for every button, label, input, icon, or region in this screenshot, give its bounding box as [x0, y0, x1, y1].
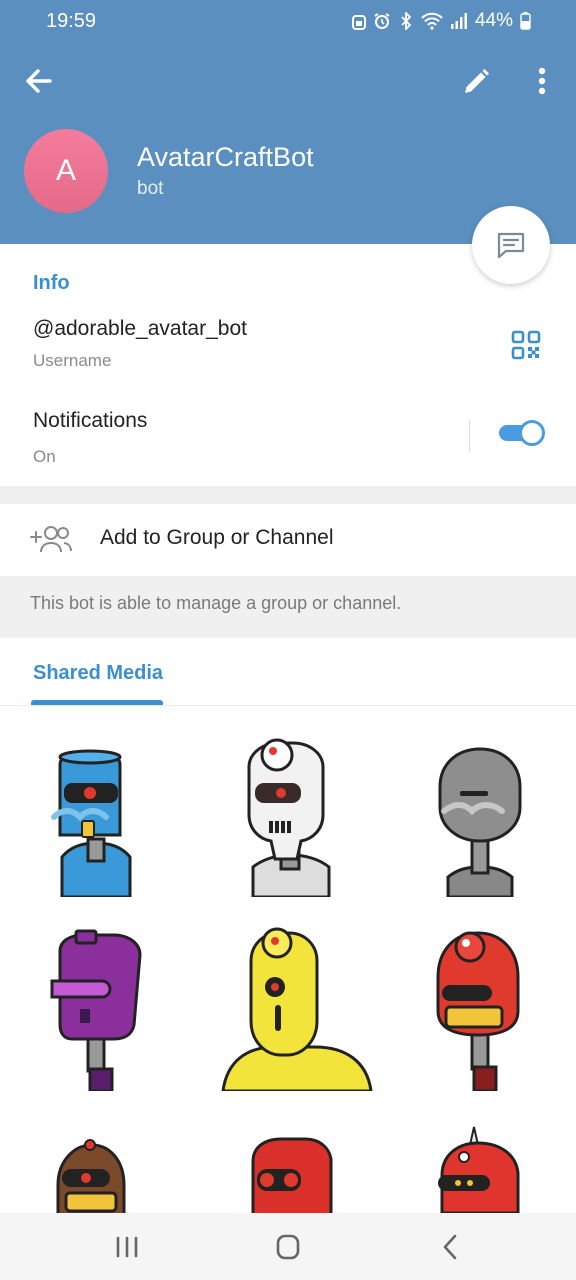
qr-code-icon	[511, 330, 541, 360]
add-to-group-label: Add to Group or Channel	[100, 526, 334, 549]
status-icons: 44%	[351, 10, 531, 32]
nav-back-button[interactable]	[430, 1231, 470, 1263]
profile-subtitle: bot	[137, 178, 164, 199]
yellow-robot-sticker	[221, 927, 373, 1093]
back-button[interactable]	[22, 64, 56, 98]
toggle-knob	[519, 420, 545, 446]
status-time: 19:59	[46, 10, 97, 32]
add-to-group-button[interactable]: Add to Group or Channel	[0, 504, 576, 576]
pencil-icon	[465, 69, 489, 93]
media-item[interactable]	[0, 901, 190, 1093]
blue-robot-sticker	[51, 749, 132, 899]
add-users-icon	[30, 526, 72, 553]
media-grid	[0, 707, 576, 1213]
recents-icon	[116, 1236, 138, 1258]
signal-icon	[450, 13, 467, 29]
home-button[interactable]	[268, 1231, 308, 1263]
battery-icon	[520, 12, 531, 30]
alarm-icon	[374, 13, 390, 29]
hint-text: This bot is able to manage a group or ch…	[30, 593, 402, 613]
profile-name: AvatarCraftBot	[137, 142, 314, 172]
tab-indicator	[31, 700, 163, 705]
media-item[interactable]	[0, 707, 190, 899]
media-item[interactable]	[386, 901, 576, 1093]
white-robot-sticker	[247, 738, 331, 899]
status-bar: 19:59 44%	[0, 8, 576, 36]
system-nav-bar	[0, 1213, 576, 1280]
divider	[469, 420, 470, 452]
send-message-button[interactable]	[472, 206, 550, 284]
media-item[interactable]	[193, 1095, 383, 1213]
media-item[interactable]	[386, 1095, 576, 1213]
more-options-button[interactable]	[528, 64, 556, 100]
purple-robot-sticker	[50, 929, 142, 1093]
hint-bar: This bot is able to manage a group or ch…	[0, 576, 576, 638]
notifications-label[interactable]: Notifications	[33, 409, 147, 433]
edit-button[interactable]	[460, 66, 492, 98]
red-robot-sticker	[436, 931, 520, 1093]
notifications-toggle[interactable]	[497, 420, 547, 446]
recents-button[interactable]	[107, 1231, 147, 1263]
notifications-value: On	[33, 447, 56, 466]
red-robot-sticker-2	[251, 1137, 333, 1213]
red-robot-sticker-3	[438, 1126, 520, 1213]
avatar[interactable]: A	[24, 129, 108, 213]
media-tabs: Shared Media	[0, 638, 576, 706]
more-vertical-icon	[538, 67, 546, 95]
media-item[interactable]	[0, 1095, 190, 1213]
profile-header: 19:59 44% A AvatarCraftBot bot	[0, 0, 576, 244]
arrow-left-icon	[26, 69, 52, 93]
bluetooth-icon	[401, 12, 412, 30]
qr-code-button[interactable]	[511, 330, 541, 360]
wifi-icon	[421, 12, 443, 30]
media-item[interactable]	[386, 707, 576, 899]
info-section: Info @adorable_avatar_bot Username Notif…	[0, 244, 576, 486]
brown-robot-sticker	[56, 1139, 126, 1213]
section-divider	[0, 486, 576, 504]
nav-back-icon	[443, 1234, 457, 1260]
battery-level: 44%	[474, 10, 513, 31]
tab-shared-media[interactable]: Shared Media	[33, 662, 163, 685]
info-section-title: Info	[33, 272, 70, 294]
username-label: Username	[33, 351, 112, 370]
home-icon	[276, 1234, 300, 1260]
gray-robot-sticker	[438, 747, 522, 899]
alarm-lock-icon	[351, 15, 366, 30]
username-value[interactable]: @adorable_avatar_bot	[33, 317, 247, 341]
message-icon	[497, 232, 525, 259]
media-item[interactable]	[193, 901, 383, 1093]
media-item[interactable]	[193, 707, 383, 899]
